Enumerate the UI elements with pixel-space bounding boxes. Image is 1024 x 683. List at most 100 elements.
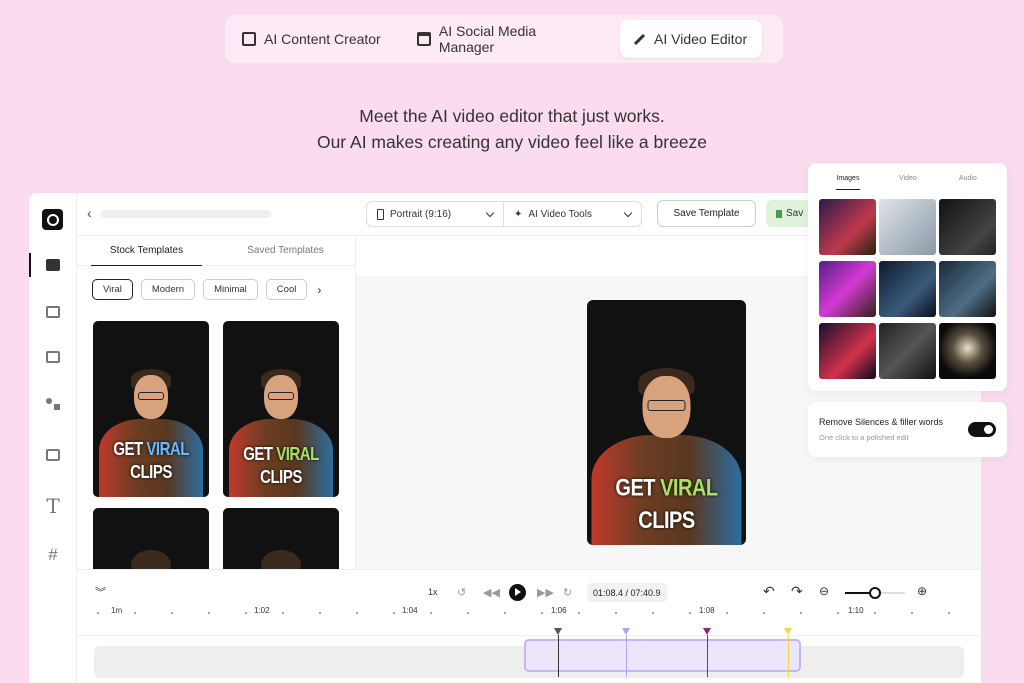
ruler-dot <box>763 612 765 614</box>
media-thumbnail[interactable] <box>939 323 996 379</box>
tab-video[interactable]: Video <box>878 175 938 193</box>
hashtag-icon: # <box>48 544 58 564</box>
templates-panel: Stock Templates Saved Templates Viral Mo… <box>77 236 356 569</box>
tick-label: 1m <box>111 606 123 615</box>
timeline-clip[interactable] <box>524 639 801 672</box>
media-tabs: Images Video Audio <box>818 175 998 193</box>
save-template-button[interactable]: Save Template <box>657 200 756 227</box>
remove-silences-toggle[interactable] <box>968 422 996 437</box>
template-thumbnail[interactable] <box>93 508 209 569</box>
chevron-down-icon <box>623 208 633 218</box>
header-dropdowns: Portrait (9:16) ✦ AI Video Tools <box>366 201 642 227</box>
media-thumbnail[interactable] <box>819 261 876 317</box>
collapse-icon[interactable]: ︾ <box>95 584 106 600</box>
ruler-dot <box>911 612 913 614</box>
rail-item-media[interactable] <box>29 296 77 328</box>
zoom-in-icon[interactable]: ⊕ <box>917 584 927 598</box>
ruler-dot <box>171 612 173 614</box>
rail-item-images[interactable] <box>29 439 77 471</box>
bookmark-icon <box>776 209 782 218</box>
sparkle-icon: ✦ <box>514 208 523 220</box>
rail-item-text[interactable]: T <box>29 490 77 522</box>
rail-item-hashtags[interactable]: # <box>29 538 77 570</box>
app-logo[interactable] <box>42 209 63 230</box>
save-label: Sav <box>786 208 804 219</box>
ai-tools-label: AI Video Tools <box>528 208 592 220</box>
rail-item-templates[interactable] <box>29 249 77 281</box>
zoom-slider[interactable] <box>845 587 905 599</box>
rail-item-elements[interactable] <box>29 388 77 420</box>
template-thumbnail[interactable] <box>223 508 339 569</box>
tab-ai-video-editor[interactable]: AI Video Editor <box>620 20 762 58</box>
skip-forward-icon[interactable]: ▶▶ <box>537 586 554 599</box>
calendar-icon <box>417 32 431 46</box>
ruler-dot <box>541 612 543 614</box>
timeline: ︾ 1x ↺ ◀◀ ▶▶ ↻ 01:08.4 / 07:40.9 ↶ ↷ ⊖ ⊕… <box>77 569 981 683</box>
undo-icon[interactable]: ↶ <box>763 583 775 600</box>
media-thumbnail[interactable] <box>939 199 996 255</box>
playback-speed[interactable]: 1x <box>428 587 438 597</box>
chip-modern[interactable]: Modern <box>140 279 196 300</box>
ruler-dot <box>800 612 802 614</box>
ruler-dot <box>837 612 839 614</box>
forward-5-icon[interactable]: ↻ <box>563 586 572 599</box>
ruler-dot <box>948 612 950 614</box>
left-rail: T # <box>29 193 77 683</box>
template-filter-chips: Viral Modern Minimal Cool › <box>92 279 321 300</box>
rewind-5-icon[interactable]: ↺ <box>457 586 466 599</box>
ruler-dot <box>245 612 247 614</box>
media-thumbnail[interactable] <box>879 199 936 255</box>
media-thumbnail[interactable] <box>939 261 996 317</box>
skip-back-icon[interactable]: ◀◀ <box>483 586 500 599</box>
ruler-dot <box>578 612 580 614</box>
tab-audio[interactable]: Audio <box>938 175 998 193</box>
tab-stock-templates[interactable]: Stock Templates <box>77 236 216 266</box>
ruler-dot <box>134 612 136 614</box>
project-title-placeholder[interactable] <box>101 210 271 218</box>
ruler-dot <box>97 612 99 614</box>
ruler-dot <box>726 612 728 614</box>
document-icon <box>242 32 256 46</box>
product-tabs: AI Content Creator AI Social Media Manag… <box>225 15 783 63</box>
media-thumbnail[interactable] <box>819 323 876 379</box>
template-thumbnail[interactable]: GET VIRAL CLIPS <box>223 321 339 497</box>
chip-minimal[interactable]: Minimal <box>203 279 258 300</box>
zoom-slider-handle[interactable] <box>869 587 881 599</box>
play-button[interactable] <box>509 584 526 601</box>
media-thumbnail[interactable] <box>819 199 876 255</box>
phone-icon <box>377 208 384 220</box>
aspect-ratio-dropdown[interactable]: Portrait (9:16) <box>367 202 504 226</box>
chip-viral[interactable]: Viral <box>92 279 133 300</box>
tab-ai-social-media-manager[interactable]: AI Social Media Manager <box>405 20 605 58</box>
chip-cool[interactable]: Cool <box>265 279 308 300</box>
remove-silences-subtitle: One click to a polished edit <box>819 433 909 442</box>
remove-silences-card: Remove Silences & filler words One click… <box>808 402 1007 457</box>
rail-item-captions[interactable] <box>29 341 77 373</box>
tab-ai-content-creator[interactable]: AI Content Creator <box>230 20 395 58</box>
media-thumbnail[interactable] <box>879 261 936 317</box>
headline-line-1: Meet the AI video editor that just works… <box>359 106 665 126</box>
ruler-dot <box>874 612 876 614</box>
ruler-dot <box>504 612 506 614</box>
tick-label: 1:04 <box>402 606 418 615</box>
aspect-ratio-value: Portrait (9:16) <box>390 208 452 220</box>
media-thumbnail[interactable] <box>879 323 936 379</box>
template-caption: GET VIRAL CLIPS <box>113 439 189 483</box>
chevron-right-icon[interactable]: › <box>317 283 321 297</box>
chevron-left-icon[interactable]: ‹ <box>87 205 92 221</box>
tick-label: 1:10 <box>848 606 864 615</box>
tick-label: 1:02 <box>254 606 270 615</box>
tick-label: 1:06 <box>551 606 567 615</box>
preview-caption: GET VIRAL CLIPS <box>615 475 718 534</box>
tab-saved-templates[interactable]: Saved Templates <box>216 236 355 265</box>
tab-images[interactable]: Images <box>818 175 878 193</box>
tab-label: AI Video Editor <box>654 31 748 47</box>
captions-icon <box>46 351 60 363</box>
tab-label: AI Social Media Manager <box>438 23 537 55</box>
tick-label: 1:08 <box>699 606 715 615</box>
video-preview[interactable]: GET VIRAL CLIPS <box>587 300 746 545</box>
ai-video-tools-dropdown[interactable]: ✦ AI Video Tools <box>504 202 641 226</box>
zoom-out-icon[interactable]: ⊖ <box>819 584 829 598</box>
template-thumbnail[interactable]: GET VIRAL CLIPS <box>93 321 209 497</box>
redo-icon[interactable]: ↷ <box>791 583 803 600</box>
